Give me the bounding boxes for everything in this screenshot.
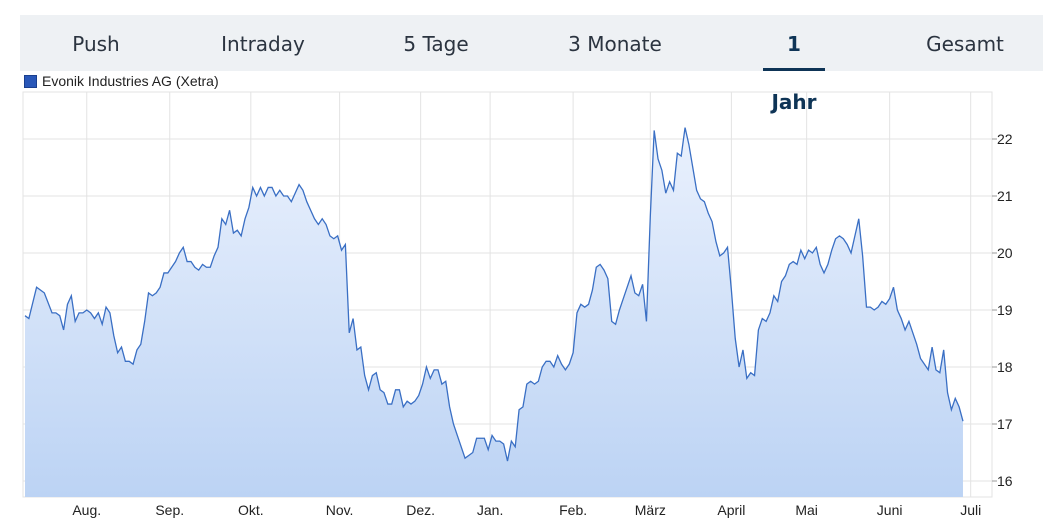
x-tick-label: Jan.: [477, 502, 503, 518]
y-tick-label: 18: [997, 359, 1013, 375]
x-tick-label: März: [635, 502, 666, 518]
x-tick-label: Juli: [960, 502, 981, 518]
x-tick-label: Aug.: [72, 502, 101, 518]
x-tick-label: April: [717, 502, 745, 518]
y-tick-label: 20: [997, 245, 1013, 261]
price-area: [25, 127, 963, 497]
x-tick-label: Nov.: [326, 502, 354, 518]
y-tick-label: 21: [997, 188, 1013, 204]
x-tick-label: Feb.: [559, 502, 587, 518]
y-tick-label: 16: [997, 473, 1013, 489]
y-tick-label: 22: [997, 131, 1013, 147]
x-tick-label: Dez.: [406, 502, 435, 518]
x-tick-label: Sep.: [155, 502, 184, 518]
x-tick-label: Mai: [795, 502, 818, 518]
y-tick-label: 19: [997, 302, 1013, 318]
y-tick-label: 17: [997, 416, 1013, 432]
x-tick-label: Juni: [877, 502, 903, 518]
x-tick-label: Okt.: [238, 502, 264, 518]
price-chart: 16 17 18 19 20 21 22 Aug. Sep. Okt. Nov. Dez. Jan. Fe…: [22, 91, 1013, 518]
